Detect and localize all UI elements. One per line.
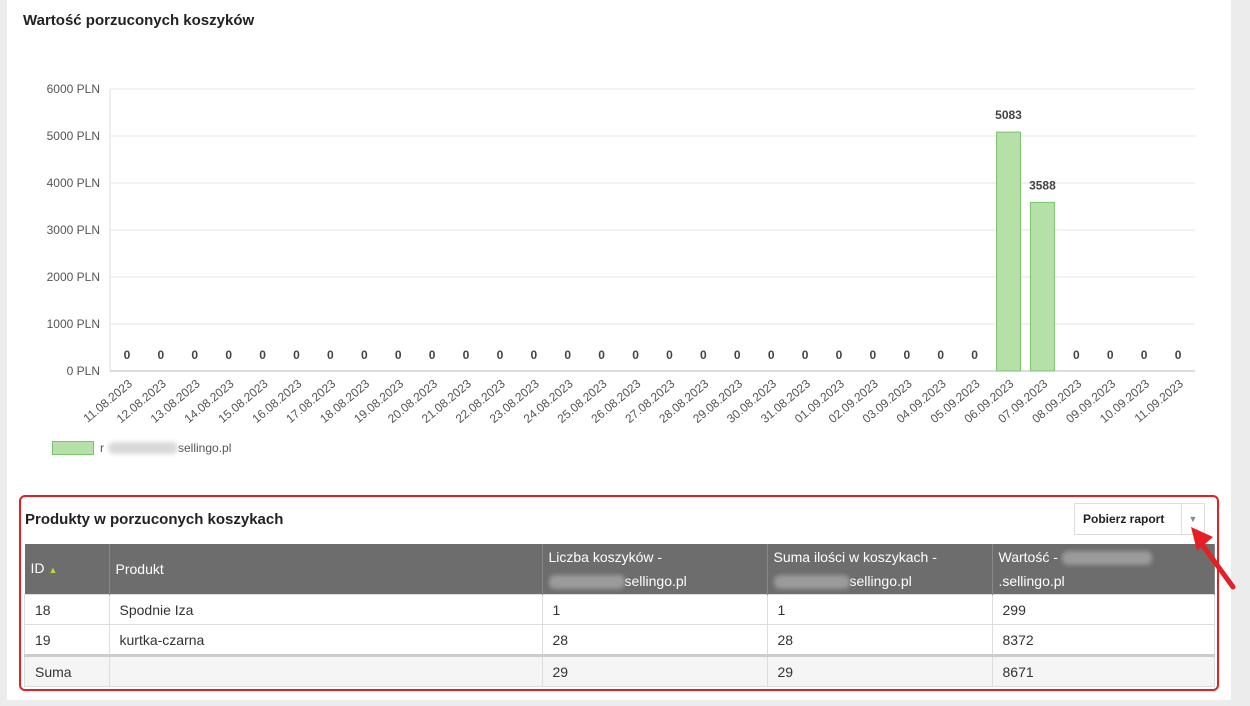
cell-carts: 28 (541, 624, 768, 656)
column-header-value[interactable]: Wartość - .sellingo.pl (992, 544, 1215, 595)
sum-qty: 29 (766, 654, 993, 687)
sum-row: Suma 29 29 8671 (24, 654, 1215, 687)
cell-id: 18 (24, 594, 110, 625)
data-label: 0 (632, 348, 639, 362)
download-report-label[interactable]: Pobierz raport (1075, 504, 1181, 534)
data-label: 0 (836, 348, 843, 362)
legend-swatch (52, 441, 94, 455)
bar (996, 131, 1022, 372)
data-label: 0 (768, 348, 775, 362)
cell-qty: 28 (766, 624, 993, 656)
data-label: 0 (802, 348, 809, 362)
sort-up-icon[interactable]: ▲ (49, 565, 58, 575)
products-title: Produkty w porzuconych koszykach (25, 511, 284, 528)
data-label: 5083 (995, 108, 1022, 122)
data-label: 0 (293, 348, 300, 362)
data-label: 0 (191, 348, 198, 362)
data-label: 3588 (1029, 178, 1056, 192)
data-label: 0 (1141, 348, 1148, 362)
sum-value: 8671 (991, 654, 1215, 687)
data-label: 0 (903, 348, 910, 362)
legend-label: r sellingo.pl (100, 441, 232, 455)
column-header-id[interactable]: ID ▲ (24, 544, 110, 595)
data-label: 0 (734, 348, 741, 362)
sum-product (108, 654, 543, 687)
cell-carts: 1 (541, 594, 768, 625)
red-pointer-arrow (1191, 527, 1236, 590)
y-tick-label: 6000 PLN (47, 82, 100, 96)
products-section: Produkty w porzuconych koszykach Pobierz… (19, 495, 1219, 691)
data-label: 0 (598, 348, 605, 362)
redacted-block (108, 442, 178, 454)
y-tick-label: 2000 PLN (47, 270, 100, 284)
table-row[interactable]: 19 kurtka-czarna 28 28 8372 (24, 624, 1215, 656)
y-tick-label: 5000 PLN (47, 129, 100, 143)
data-label: 0 (361, 348, 368, 362)
data-label: 0 (870, 348, 877, 362)
cell-qty: 1 (766, 594, 993, 625)
y-tick-label: 4000 PLN (47, 176, 100, 190)
bar (1029, 201, 1055, 372)
column-header-qty[interactable]: Suma ilości w koszykach - sellingo.pl (767, 544, 993, 595)
y-tick-label: 0 PLN (67, 364, 100, 378)
data-label: 0 (327, 348, 334, 362)
column-header-carts[interactable]: Liczba koszyków - sellingo.pl (542, 544, 768, 595)
data-label: 0 (497, 348, 504, 362)
data-label: 0 (1175, 348, 1182, 362)
redacted-block (548, 575, 625, 590)
data-label: 0 (225, 348, 232, 362)
data-label: 0 (564, 348, 571, 362)
cell-value: 8372 (991, 624, 1215, 656)
redacted-block (1061, 551, 1152, 566)
data-label: 0 (259, 348, 266, 362)
data-label: 0 (700, 348, 707, 362)
y-tick-label: 3000 PLN (47, 223, 100, 237)
chart-legend[interactable]: r sellingo.pl (52, 440, 231, 456)
data-label: 0 (530, 348, 537, 362)
products-table: ID ▲ Produkt Liczba koszyków - sellingo.p… (24, 544, 1215, 687)
cell-product: kurtka-czarna (108, 624, 543, 656)
data-label: 0 (1107, 348, 1114, 362)
data-label: 0 (1073, 348, 1080, 362)
cell-id: 19 (24, 624, 110, 656)
y-tick-label: 1000 PLN (47, 317, 100, 331)
data-label: 0 (666, 348, 673, 362)
column-header-product[interactable]: Produkt (109, 544, 543, 595)
data-label: 0 (971, 348, 978, 362)
data-label: 0 (429, 348, 436, 362)
table-row[interactable]: 18 Spodnie Iza 1 1 299 (24, 594, 1215, 625)
sum-label: Suma (24, 654, 110, 687)
data-label: 0 (937, 348, 944, 362)
data-label: 0 (395, 348, 402, 362)
data-label: 0 (124, 348, 131, 362)
data-label: 0 (463, 348, 470, 362)
sum-carts: 29 (541, 654, 768, 687)
table-header-row: ID ▲ Produkt Liczba koszyków - sellingo.p… (24, 544, 1215, 595)
redacted-block (773, 575, 850, 590)
bar-chart: 0 PLN 1000 PLN 2000 PLN 3000 PLN 4000 PLN 500… (47, 82, 1195, 426)
cell-product: Spodnie Iza (108, 594, 543, 625)
legend-label-text: sellingo.pl (178, 441, 232, 455)
cell-value: 299 (991, 594, 1215, 625)
data-label: 0 (158, 348, 165, 362)
